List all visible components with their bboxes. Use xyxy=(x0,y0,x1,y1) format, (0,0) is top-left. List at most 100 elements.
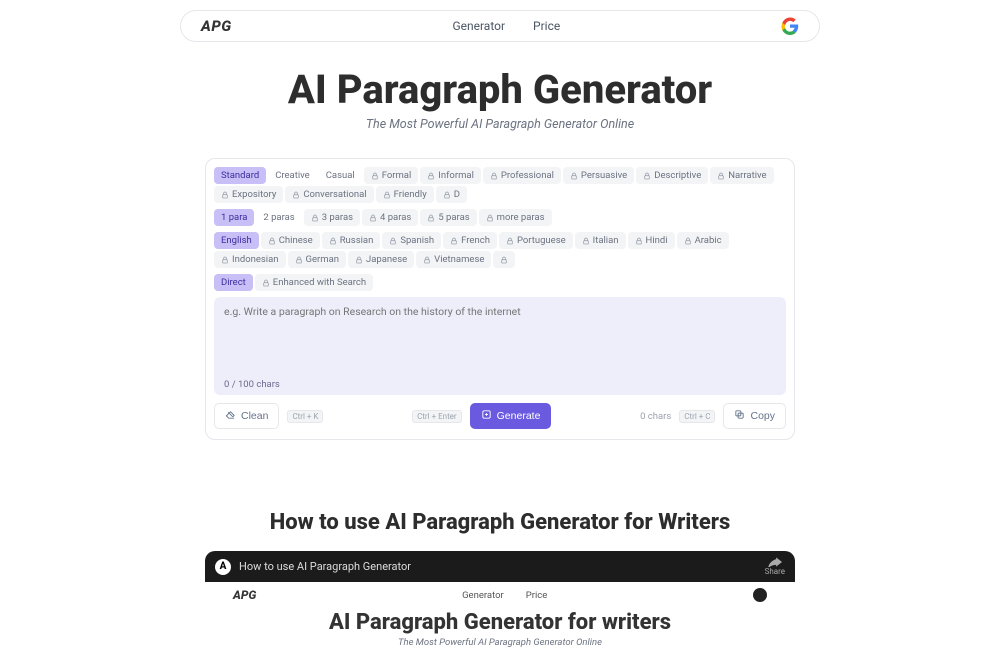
lock-icon xyxy=(427,172,435,180)
lang-indonesian[interactable]: Indonesian xyxy=(214,251,286,268)
chip-label: Descriptive xyxy=(654,170,701,181)
style-casual[interactable]: Casual xyxy=(319,167,362,184)
lang-german[interactable]: German xyxy=(288,251,346,268)
top-navbar: APG Generator Price xyxy=(180,10,820,42)
style-friendly[interactable]: Friendly xyxy=(376,186,434,203)
chip-label: Narrative xyxy=(728,170,766,181)
video-body-subtitle: The Most Powerful AI Paragraph Generator… xyxy=(205,637,795,648)
lock-icon xyxy=(221,256,229,264)
chip-label: Formal xyxy=(382,170,412,181)
para-3[interactable]: 3 paras xyxy=(304,209,360,226)
action-row: Clean Ctrl + K Ctrl + Enter Generate 0 c… xyxy=(214,403,786,429)
lock-icon xyxy=(506,237,514,245)
google-signin-icon[interactable] xyxy=(781,17,799,35)
lang-chinese[interactable]: Chinese xyxy=(261,232,320,249)
lang-row: English Chinese Russian Spanish French P… xyxy=(214,232,786,268)
chip-label: more paras xyxy=(497,212,545,223)
style-expository[interactable]: Expository xyxy=(214,186,283,203)
nav-link-price[interactable]: Price xyxy=(533,19,560,33)
nav-left: APG xyxy=(201,17,232,35)
para-1[interactable]: 1 para xyxy=(214,209,254,226)
lock-icon xyxy=(643,172,651,180)
sparkle-icon xyxy=(481,409,492,423)
para-2[interactable]: 2 paras xyxy=(256,209,301,226)
style-creative[interactable]: Creative xyxy=(268,167,317,184)
lock-icon xyxy=(268,237,276,245)
lang-arabic[interactable]: Arabic xyxy=(677,232,729,249)
chip-label: Spanish xyxy=(400,235,434,246)
lang-russian[interactable]: Russian xyxy=(322,232,381,249)
lock-icon xyxy=(717,172,725,180)
nav-link-generator[interactable]: Generator xyxy=(452,19,505,33)
video-title: How to use AI Paragraph Generator xyxy=(239,560,411,573)
chip-label: Expository xyxy=(232,189,276,200)
mode-direct[interactable]: Direct xyxy=(214,274,253,291)
lock-icon xyxy=(450,237,458,245)
lock-icon xyxy=(355,256,363,264)
nav-center: Generator Price xyxy=(452,19,560,33)
lang-hindi[interactable]: Hindi xyxy=(628,232,675,249)
share-button[interactable]: Share xyxy=(765,557,785,576)
page-title: AI Paragraph Generator xyxy=(0,66,1000,113)
copy-icon xyxy=(734,409,745,423)
lang-italian[interactable]: Italian xyxy=(575,232,626,249)
para-4[interactable]: 4 paras xyxy=(362,209,418,226)
chip-label: Professional xyxy=(501,170,554,181)
style-more[interactable]: D xyxy=(436,186,467,203)
logo: APG xyxy=(201,17,232,35)
lang-vietnamese[interactable]: Vietnamese xyxy=(416,251,491,268)
lock-icon xyxy=(427,214,435,222)
lock-icon xyxy=(570,172,578,180)
eraser-icon xyxy=(225,409,236,423)
chip-label: Japanese xyxy=(366,254,407,265)
lock-icon xyxy=(486,214,494,222)
style-persuasive[interactable]: Persuasive xyxy=(563,167,634,184)
howto-video[interactable]: A How to use AI Paragraph Generator Shar… xyxy=(205,551,795,648)
video-header: A How to use AI Paragraph Generator Shar… xyxy=(205,551,795,582)
clean-button[interactable]: Clean xyxy=(214,403,279,429)
chip-label: 4 paras xyxy=(380,212,411,223)
button-label: Clean xyxy=(241,410,268,422)
generate-button[interactable]: Generate xyxy=(470,403,552,429)
style-narrative[interactable]: Narrative xyxy=(710,167,773,184)
lock-icon xyxy=(389,237,397,245)
chip-label: Hindi xyxy=(646,235,668,246)
chip-label: Vietnamese xyxy=(434,254,484,265)
style-formal[interactable]: Formal xyxy=(364,167,419,184)
lang-spanish[interactable]: Spanish xyxy=(382,232,441,249)
style-descriptive[interactable]: Descriptive xyxy=(636,167,708,184)
chip-label: Russian xyxy=(340,235,374,246)
lang-french[interactable]: French xyxy=(443,232,497,249)
input-char-count: 0 / 100 chars xyxy=(224,379,776,390)
video-body-links: Generator Price xyxy=(462,590,547,601)
chip-label: Informal xyxy=(438,170,474,181)
para-more[interactable]: more paras xyxy=(479,209,552,226)
prompt-textarea[interactable] xyxy=(224,305,776,373)
video-body-title: AI Paragraph Generator for writers xyxy=(205,610,795,635)
para-5[interactable]: 5 paras xyxy=(420,209,476,226)
style-conversational[interactable]: Conversational xyxy=(285,186,373,203)
chip-label: Enhanced with Search xyxy=(273,277,366,288)
lock-icon xyxy=(371,172,379,180)
hero: AI Paragraph Generator The Most Powerful… xyxy=(0,66,1000,132)
style-informal[interactable]: Informal xyxy=(420,167,481,184)
copy-button[interactable]: Copy xyxy=(723,403,786,429)
howto-title: How to use AI Paragraph Generator for Wr… xyxy=(0,510,1000,535)
lock-icon xyxy=(311,214,319,222)
lang-more[interactable] xyxy=(493,251,515,268)
generator-panel: Standard Creative Casual Formal Informal… xyxy=(205,158,795,440)
style-professional[interactable]: Professional xyxy=(483,167,561,184)
lang-portuguese[interactable]: Portuguese xyxy=(499,232,573,249)
mode-enhanced[interactable]: Enhanced with Search xyxy=(255,274,373,291)
video-body-logo: APG xyxy=(233,588,256,602)
lang-english[interactable]: English xyxy=(214,232,259,249)
chip-label: 5 paras xyxy=(438,212,469,223)
copy-shortcut: Ctrl + C xyxy=(679,410,715,423)
lock-icon xyxy=(369,214,377,222)
lock-icon xyxy=(383,191,391,199)
video-body-link-generator: Generator xyxy=(462,590,504,601)
lock-icon xyxy=(221,191,229,199)
lang-japanese[interactable]: Japanese xyxy=(348,251,414,268)
style-standard[interactable]: Standard xyxy=(214,167,266,184)
video-body-link-price: Price xyxy=(526,590,548,601)
